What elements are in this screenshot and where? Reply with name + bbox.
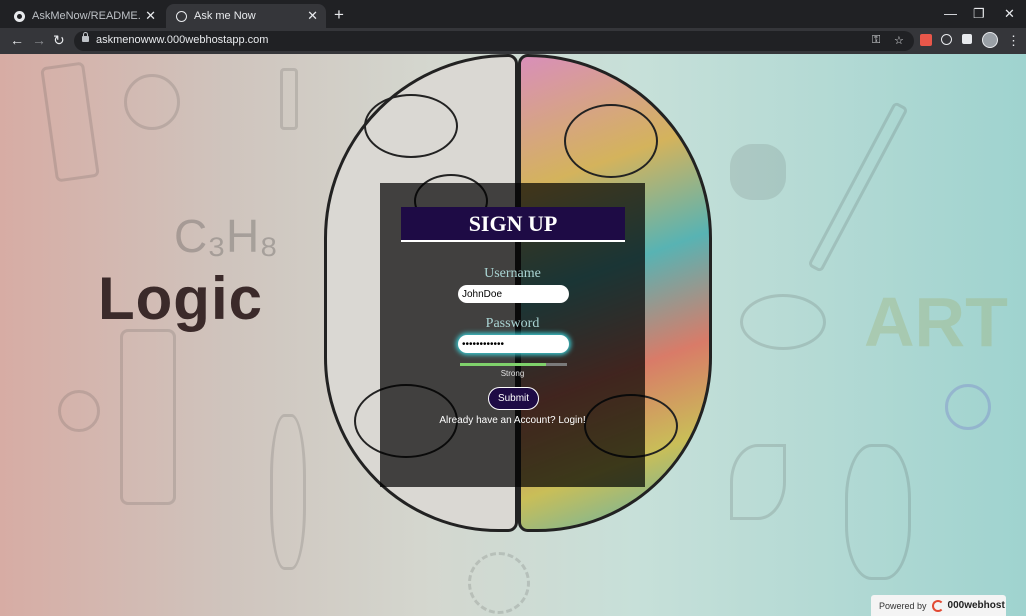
password-strength-label: Strong (500, 369, 525, 378)
new-tab-button[interactable]: + (334, 5, 344, 25)
tab-strip: AskMeNow/README.md at mas ✕ Ask me Now ✕… (0, 0, 1026, 28)
000webhost-logo-icon (931, 599, 944, 612)
leaf-sketch (730, 444, 786, 520)
browser-menu-icon[interactable]: ⋮ (1007, 33, 1020, 49)
url-text: askmenowww.000webhostapp.com (96, 34, 269, 46)
violin-sketch (845, 444, 911, 580)
tab-readme[interactable]: AskMeNow/README.md at mas ✕ (4, 4, 164, 28)
submit-button[interactable]: Submit (488, 387, 539, 410)
magnifier-sketch (124, 74, 180, 130)
signup-header: SIGN UP (401, 207, 625, 242)
password-label: Password (485, 316, 540, 331)
password-strength-fill (460, 363, 546, 366)
key-icon[interactable]: ⚿ (872, 34, 880, 47)
address-bar[interactable]: askmenowww.000webhostapp.com ⚿ ☆ (74, 31, 914, 51)
username-input[interactable] (458, 285, 569, 303)
art-heading: ART (864, 283, 1008, 361)
back-button[interactable]: ← (10, 32, 24, 48)
profile-avatar[interactable] (982, 32, 998, 48)
hosting-brand-text: 000webhost (947, 600, 1005, 611)
dna-sketch (270, 414, 306, 570)
close-tab-icon[interactable]: ✕ (145, 8, 156, 24)
microscope-sketch (120, 329, 176, 505)
puzzle-icon[interactable] (962, 34, 972, 44)
coin-sketch (58, 390, 100, 432)
globe-icon (176, 10, 187, 22)
forward-button[interactable]: → (32, 32, 46, 48)
page-viewport: C₃H₈ Logic ART SIGN UP Username Password… (0, 54, 1026, 616)
brain-fold (564, 104, 658, 178)
github-icon (14, 10, 25, 22)
hosting-badge[interactable]: Powered by 000webhost (871, 595, 1006, 616)
browser-toolbar: ← → ↻ askmenowww.000webhostapp.com ⚿ ☆ ⋮ (0, 28, 1026, 54)
window-close-button[interactable]: ✕ (1004, 6, 1015, 22)
minimize-button[interactable]: — (944, 6, 957, 21)
close-tab-icon[interactable]: ✕ (307, 8, 318, 24)
username-label: Username (484, 266, 541, 281)
logic-heading: Logic (98, 265, 263, 332)
tab-ask-me-now[interactable]: Ask me Now ✕ (166, 4, 326, 28)
login-link[interactable]: Already have an Account? Login! (380, 415, 645, 426)
bow-sketch (740, 294, 826, 350)
brain-fold (364, 94, 458, 158)
extension-red-icon[interactable] (920, 34, 932, 46)
powered-by-text: Powered by (879, 600, 927, 611)
extension-settings-icon[interactable] (941, 34, 952, 45)
paintbrush-sketch (807, 101, 909, 273)
paint-splash-sketch (730, 144, 786, 200)
password-strength-meter (460, 363, 567, 366)
maximize-button[interactable]: ❐ (973, 6, 985, 22)
flower-sketch (945, 384, 991, 430)
tab-title: Ask me Now (194, 10, 256, 22)
reload-button[interactable]: ↻ (53, 32, 65, 49)
password-input[interactable] (458, 335, 569, 353)
test-tube-sketch (40, 61, 100, 183)
gear-sketch (468, 552, 530, 614)
signup-title: SIGN UP (468, 210, 558, 236)
tab-title: AskMeNow/README.md at mas (32, 10, 141, 22)
formula-text: C₃H₈ (174, 210, 279, 262)
bookmark-star-icon[interactable]: ☆ (894, 34, 904, 47)
exclamation-sketch (280, 68, 298, 130)
lock-icon[interactable] (82, 32, 89, 42)
signup-form: SIGN UP Username Password Strong Submit … (380, 183, 645, 487)
